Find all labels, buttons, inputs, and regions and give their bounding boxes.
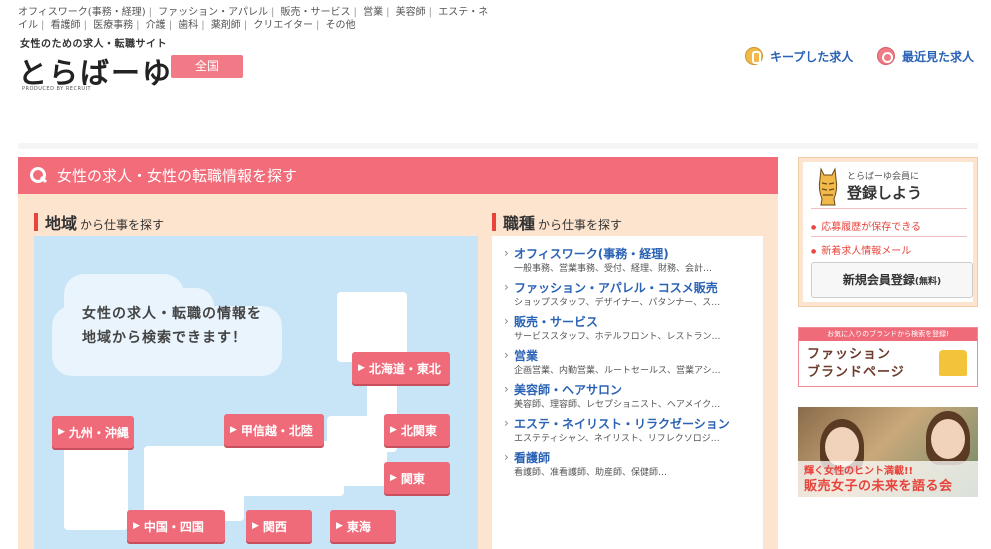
job-type-desc: サービススタッフ、ホテルフロント、レストラン… <box>514 332 721 342</box>
list-item: 看護師 看護師、准看護師、助産師、保健師… <box>504 449 763 480</box>
category-link[interactable]: 医療事務 <box>93 20 133 31</box>
shirt-icon <box>939 350 967 376</box>
category-links: オフィスワーク(事務・経理) | ファッション・アパレル | 販売・サービス | 営業… <box>18 7 489 31</box>
category-link[interactable]: 販売・サービス <box>281 7 351 18</box>
land-kyushu <box>64 446 128 530</box>
job-type-link[interactable]: ファッション・アパレル・コスメ販売 <box>504 279 763 296</box>
search-panel-header: 女性の求人・女性の転職情報を探す <box>18 157 778 194</box>
category-link[interactable]: 営業 <box>363 7 383 18</box>
keep-icon <box>745 47 763 65</box>
job-type-link[interactable]: オフィスワーク(事務・経理) <box>504 245 763 262</box>
banner-title: ファッション ブランドページ <box>807 347 905 380</box>
clock-icon <box>877 47 895 65</box>
region-koshinetsu-hokuriku[interactable]: ▶ 甲信越・北陸 <box>224 414 324 446</box>
job-type-link[interactable]: 看護師 <box>504 449 763 466</box>
register-box: とらばーゆ会員に 登録しよう 応募履歴が保存できる 新着求人情報メール 新規会員… <box>798 157 978 307</box>
land-chubu <box>234 441 344 496</box>
region-kitakanto[interactable]: ▶ 北関東 <box>384 414 450 446</box>
banner-strip: お気に入りのブランドから検索を登録! <box>799 328 977 341</box>
region-kanto[interactable]: ▶ 関東 <box>384 462 450 494</box>
register-benefit: 新着求人情報メール <box>811 242 911 257</box>
register-subtitle: とらばーゆ会員に <box>847 172 920 182</box>
region-select-button[interactable]: 全国 <box>171 55 243 78</box>
sales-feature-banner[interactable]: 輝く女性のヒント満載!! 販売女子の未来を語る会 <box>798 407 978 497</box>
arrow-icon: ▶ <box>390 473 397 483</box>
job-type-desc: 企画営業、内勤営業、ルートセールス、営業アシ… <box>514 366 721 376</box>
recent-jobs-link[interactable]: 最近見た求人 <box>877 47 974 65</box>
arrow-icon: ▶ <box>58 427 65 437</box>
job-type-desc: ショップスタッフ、デザイナー、パタンナー、ス… <box>514 298 721 308</box>
job-type-link[interactable]: エステ・ネイリスト・リラクゼーション <box>504 415 763 432</box>
job-type-desc: エステティシャン、ネイリスト、リフレクソロジ… <box>514 434 720 444</box>
divider <box>811 208 967 209</box>
region-map: 女性の求人・転職の情報を 地域から検索できます！ ▶ 北海道・東北 ▶ 九州・沖縄 … <box>34 236 478 549</box>
register-title: 登録しよう <box>847 184 923 202</box>
job-type-link[interactable]: 美容師・ヘアサロン <box>504 381 763 398</box>
recent-jobs-label: 最近見た求人 <box>902 49 975 64</box>
site-tagline: 女性のための求人・転職サイト <box>20 39 167 50</box>
list-item: 販売・サービス サービススタッフ、ホテルフロント、レストラン… <box>504 313 763 344</box>
fashion-brand-banner[interactable]: お気に入りのブランドから検索を登録! ファッション ブランドページ <box>798 327 978 387</box>
arrow-icon: ▶ <box>358 363 365 373</box>
category-link[interactable]: 美容師 <box>396 7 426 18</box>
category-link[interactable]: 看護師 <box>51 20 81 31</box>
category-link[interactable]: クリエイター <box>253 20 313 31</box>
search-icon <box>30 167 47 184</box>
list-item: 美容師・ヘアサロン 美容師、理容師、レセプショニスト、ヘアメイク… <box>504 381 763 412</box>
category-link[interactable]: 介護 <box>146 20 166 31</box>
region-kyushu-okinawa[interactable]: ▶ 九州・沖縄 <box>52 416 134 448</box>
category-link[interactable]: 歯科 <box>178 20 198 31</box>
region-chugoku-shikoku[interactable]: ▶ 中国・四国 <box>127 510 225 542</box>
region-tokai[interactable]: ▶ 東海 <box>330 510 396 542</box>
kept-jobs-link[interactable]: キープした求人 <box>745 47 853 65</box>
region-kansai[interactable]: ▶ 関西 <box>246 510 312 542</box>
arrow-icon: ▶ <box>230 425 237 435</box>
list-item: ファッション・アパレル・コスメ販売 ショップスタッフ、デザイナー、パタンナー、ス… <box>504 279 763 310</box>
job-type-link[interactable]: 販売・サービス <box>504 313 763 330</box>
divider-band <box>18 143 978 149</box>
job-type-link[interactable]: 営業 <box>504 347 763 364</box>
tiger-mascot-icon <box>818 167 838 206</box>
list-item: エステ・ネイリスト・リラクゼーション エステティシャン、ネイリスト、リフレクソロ… <box>504 415 763 446</box>
region-section-title: 地域 から仕事を探す <box>34 210 164 234</box>
category-link[interactable]: ファッション・アパレル <box>158 7 268 18</box>
list-item: オフィスワーク(事務・経理) 一般事務、営業事務、受付、経理、財務、会計… <box>504 245 763 276</box>
list-item: 営業 企画営業、内勤営業、ルートセールス、営業アシ… <box>504 347 763 378</box>
category-link[interactable]: オフィスワーク(事務・経理) <box>18 7 146 18</box>
arrow-icon: ▶ <box>133 521 140 531</box>
map-description: 女性の求人・転職の情報を 地域から検索できます！ <box>82 306 262 346</box>
job-type-desc: 看護師、准看護師、助産師、保健師… <box>514 468 668 478</box>
category-link[interactable]: 薬剤師 <box>211 20 241 31</box>
job-section-title: 職種 から仕事を探す <box>492 210 622 234</box>
arrow-icon: ▶ <box>252 521 259 531</box>
kept-jobs-label: キープした求人 <box>770 49 854 64</box>
job-type-desc: 美容師、理容師、レセプショニスト、ヘアメイク… <box>514 400 721 410</box>
arrow-icon: ▶ <box>336 521 343 531</box>
register-benefit: 応募履歴が保存できる <box>811 218 921 233</box>
job-type-list: オフィスワーク(事務・経理) 一般事務、営業事務、受付、経理、財務、会計… ファ… <box>492 236 763 549</box>
search-panel-title: 女性の求人・女性の転職情報を探す <box>57 167 298 185</box>
person-photo <box>931 419 965 459</box>
category-link[interactable]: その他 <box>326 20 356 31</box>
divider <box>811 236 967 237</box>
arrow-icon: ▶ <box>390 425 397 435</box>
banner-title: 販売女子の未来を語る会 <box>804 479 953 494</box>
produced-by: PRODUCED BY RECRUIT <box>22 86 92 92</box>
job-type-desc: 一般事務、営業事務、受付、経理、財務、会計… <box>514 264 713 274</box>
region-hokkaido-tohoku[interactable]: ▶ 北海道・東北 <box>352 352 450 384</box>
register-button[interactable]: 新規会員登録(無料) <box>811 262 973 298</box>
